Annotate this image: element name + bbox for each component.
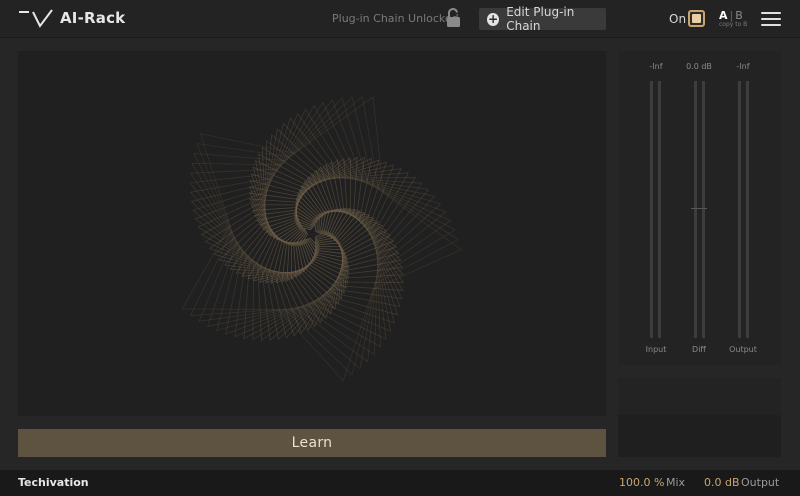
edit-plugin-chain-label: Edit Plug-in Chain [506, 5, 575, 33]
brand-name: Techivation [18, 476, 89, 489]
output-meter-label: Output [729, 345, 757, 354]
input-meter-bar-right [658, 81, 661, 338]
output-meter-value: -Inf [736, 62, 750, 71]
mix-value[interactable]: 100.0 % [619, 476, 664, 489]
footer-bar: Techivation 100.0 % Mix 0.0 dB Output [0, 470, 800, 496]
power-toggle[interactable] [688, 10, 705, 27]
output-meter-bar-right [746, 81, 749, 338]
secondary-panel [618, 378, 781, 457]
unlocked-padlock-icon[interactable] [445, 8, 463, 28]
output-meter-bar-left [738, 81, 741, 338]
spiral-ring [181, 96, 462, 382]
secondary-panel-inner [618, 415, 781, 457]
input-meter-value: -Inf [649, 62, 663, 71]
edit-plugin-chain-button[interactable]: + Edit Plug-in Chain [479, 5, 606, 33]
diff-meter-value: 0.0 dB [686, 62, 712, 71]
input-meter-label: Input [645, 345, 667, 354]
diff-meter-bar-right [702, 81, 705, 338]
meters-panel: -Inf 0.0 dB -Inf Input Diff Output [618, 51, 781, 365]
output-gain-label: Output [741, 476, 780, 489]
diff-meter-label: Diff [692, 345, 706, 354]
header-bar: AI-Rack Plug-in Chain Unlocked + Edit Pl… [0, 0, 800, 38]
hamburger-menu-icon[interactable] [761, 12, 781, 26]
spiral-graphic [181, 95, 462, 382]
app-title: AI-Rack [60, 9, 126, 27]
output-gain-value[interactable]: 0.0 dB [704, 476, 740, 489]
mix-label: Mix [666, 476, 686, 489]
diff-meter-bar-left [694, 81, 697, 338]
diff-zero-marker [691, 208, 707, 209]
power-label: On [669, 12, 687, 26]
input-meter-bar-left [650, 81, 653, 338]
copy-to-b-button[interactable]: copy to B [719, 21, 749, 28]
techivation-logo-icon [19, 9, 53, 28]
plus-circle-icon: + [487, 11, 500, 26]
ab-compare-switch[interactable]: A | B copy to B [719, 9, 749, 28]
spiral-visualizer [18, 51, 606, 416]
learn-button[interactable]: Learn [18, 429, 606, 457]
chain-status-label: Plug-in Chain Unlocked [332, 12, 459, 25]
